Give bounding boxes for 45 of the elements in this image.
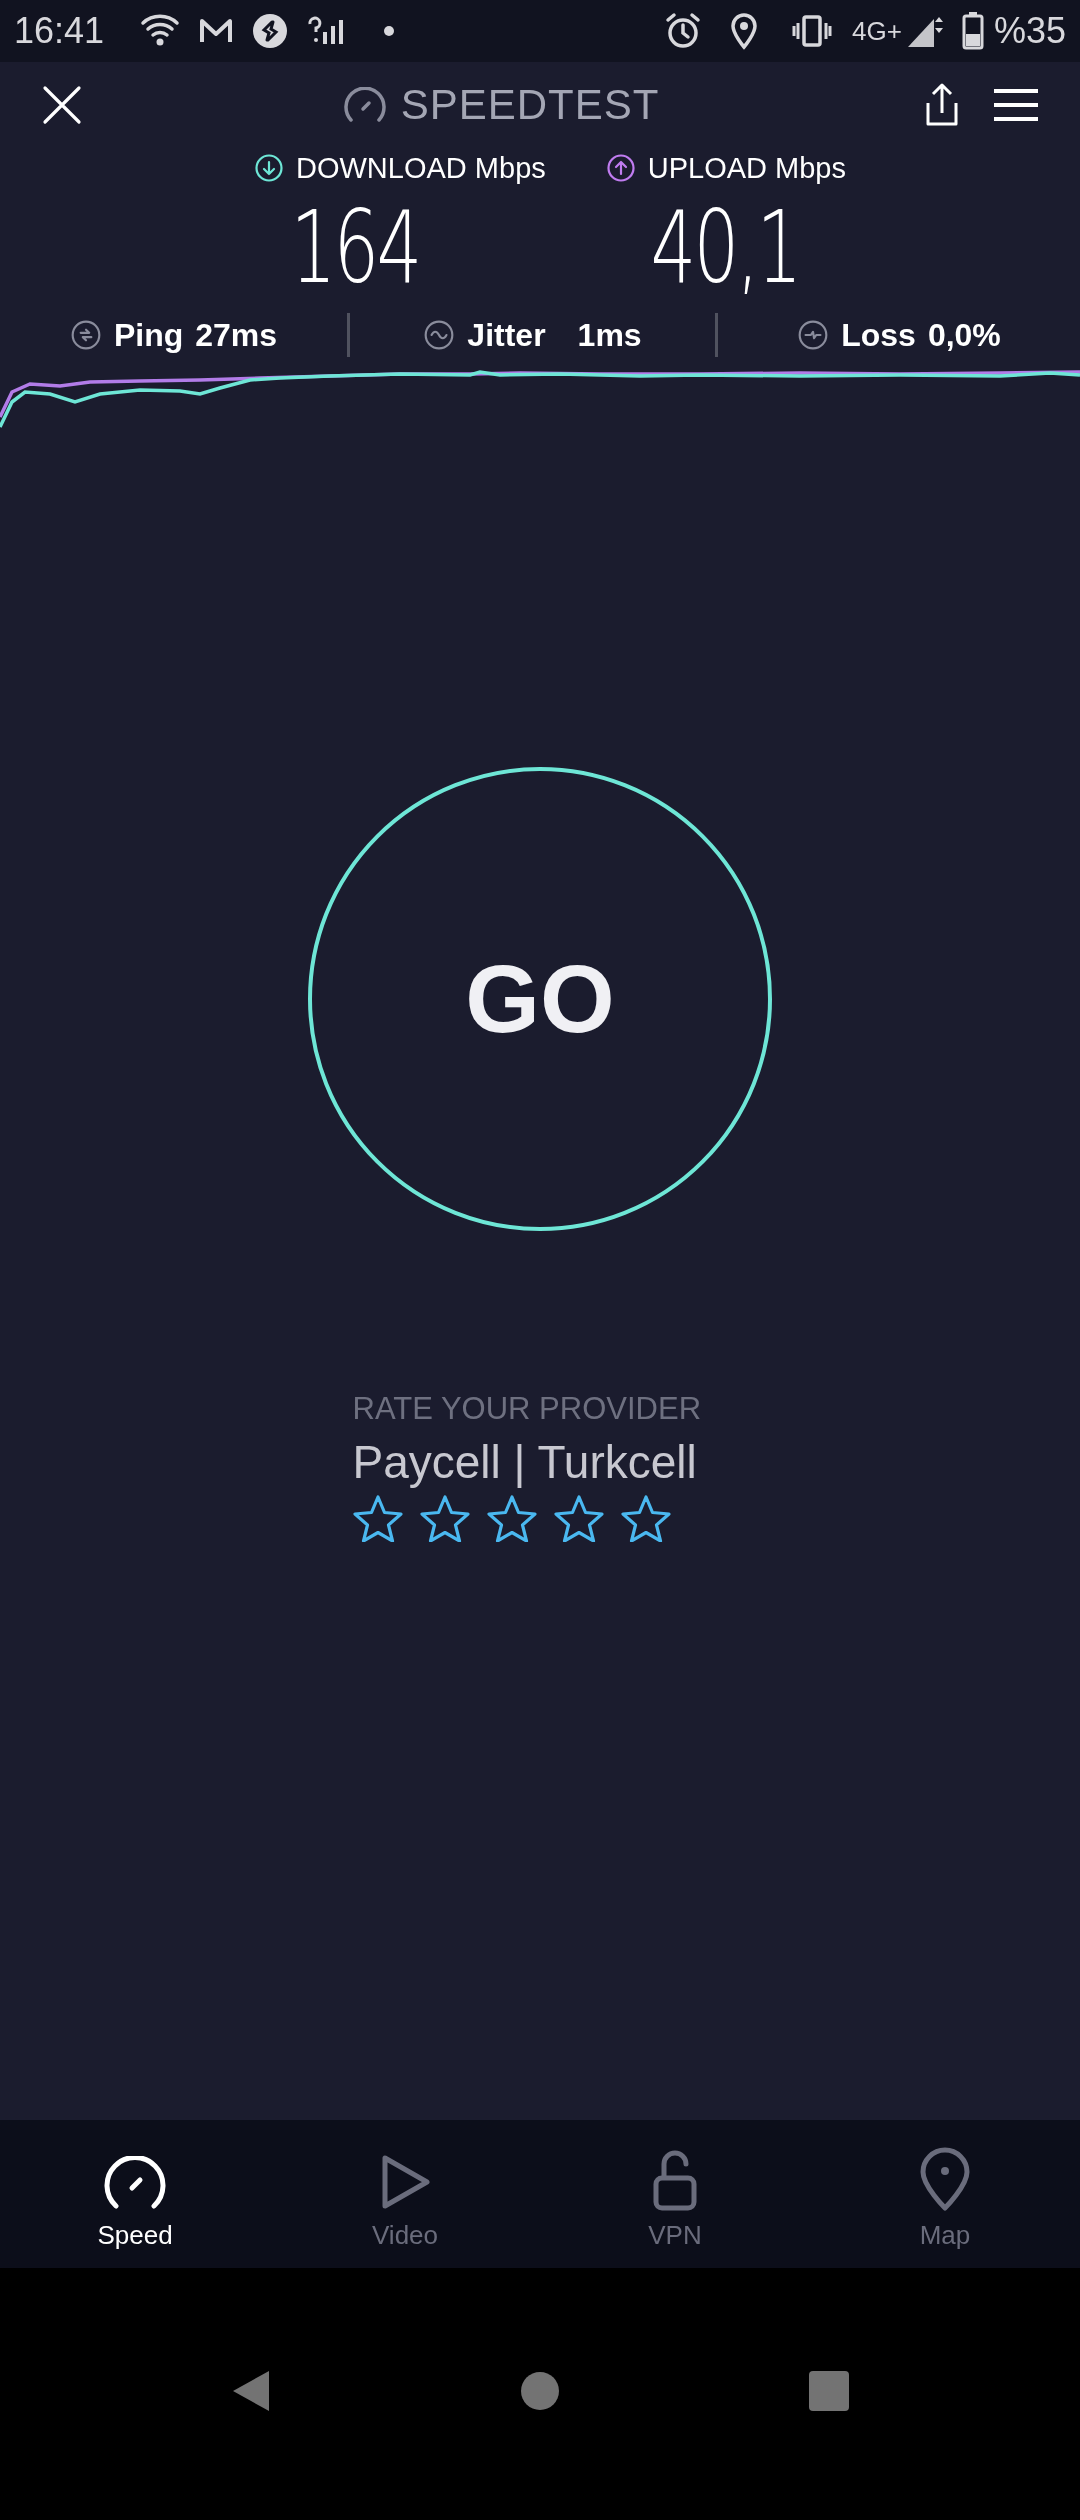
alarm-icon [664, 12, 703, 50]
metric-label: Loss [841, 319, 916, 351]
arrows-icon [69, 319, 102, 351]
metric-value: 1ms [577, 319, 642, 351]
result-label: DOWNLOAD Mbps [296, 153, 546, 183]
arrow-up-icon [605, 153, 636, 183]
back-icon[interactable] [231, 2369, 271, 2413]
result-label: UPLOAD Mbps [647, 153, 846, 183]
pulse-icon [797, 319, 830, 351]
location-icon [730, 12, 759, 50]
metric-value: 27ms [195, 319, 278, 351]
battery-level: %35 [993, 13, 1066, 49]
rate-heading: RATE YOUR PROVIDER [352, 1393, 703, 1424]
metric-label: Jitter [467, 319, 546, 351]
network-type: 4G+ [852, 18, 902, 44]
vibrate-icon [792, 14, 833, 48]
padlock-icon [652, 2148, 698, 2212]
result-value: 164 [289, 198, 421, 298]
wave-icon [423, 319, 456, 351]
provider-name: Paycell | Turkcell [352, 1435, 698, 1490]
star-icon[interactable] [620, 1493, 671, 1542]
metric-value: 0,0% [927, 319, 1001, 351]
arrow-down-icon [254, 153, 284, 183]
speedometer-icon [342, 87, 387, 123]
map-pin-icon [919, 2146, 971, 2212]
dot-icon [384, 26, 395, 36]
go-button[interactable]: GO [308, 767, 772, 1231]
close-icon [42, 85, 82, 125]
battery-icon [961, 12, 984, 50]
star-icon[interactable] [419, 1493, 470, 1542]
star-icon[interactable] [486, 1493, 537, 1542]
app-title: SPEEDTEST [400, 84, 660, 126]
nav-tab[interactable]: Speed [0, 2120, 270, 2268]
status-time: 16:41 [14, 13, 105, 49]
menu-icon [992, 87, 1040, 123]
nav-tab[interactable]: Video [270, 2120, 540, 2268]
home-icon[interactable] [521, 2372, 559, 2410]
speedometer-icon [102, 2156, 168, 2212]
star-icon[interactable] [352, 1493, 403, 1542]
metric-label: Ping [113, 319, 184, 351]
nav-tab[interactable]: VPN [540, 2120, 810, 2268]
music-app-icon [252, 13, 289, 49]
star-icon[interactable] [553, 1493, 604, 1542]
result-value: 40,1 [649, 198, 801, 298]
nav-tab[interactable]: Map [810, 2120, 1080, 2268]
